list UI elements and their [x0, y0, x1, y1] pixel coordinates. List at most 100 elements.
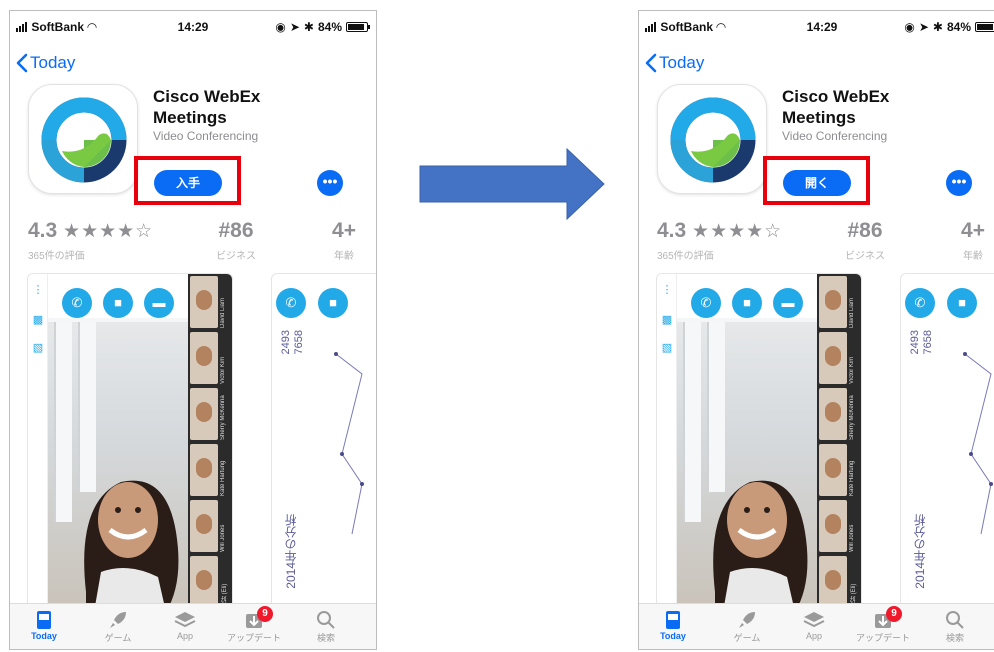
rating-stars: ★★★★☆ [63, 221, 154, 242]
webex-logo-icon [41, 97, 127, 183]
battery-icon [346, 22, 370, 32]
tab-search[interactable]: 検索 [925, 604, 985, 649]
speaker-photo [84, 480, 179, 612]
back-button[interactable]: Today [16, 53, 75, 73]
phone-icon: ✆ [905, 288, 935, 318]
back-button[interactable]: Today [645, 53, 704, 73]
tab-search[interactable]: 検索 [296, 604, 356, 649]
location-icon: ➤ [289, 20, 300, 34]
app-name: Cisco WebEx Meetings [782, 87, 890, 127]
today-icon [666, 610, 680, 629]
today-icon [37, 610, 51, 629]
participant-thumb [190, 444, 218, 496]
stats-numbers: 2493 7658 [280, 330, 305, 355]
chart-rank-label: ビジネス [845, 251, 885, 262]
app-category: Video Conferencing [153, 129, 259, 143]
webex-logo-icon [670, 97, 756, 183]
rating: 4.3 ★★★★☆ [28, 219, 154, 242]
mic-icon: ■ [103, 288, 133, 318]
phone-icon: ✆ [276, 288, 306, 318]
update-badge: 9 [257, 606, 273, 622]
status-right: ◉ ➤ ✱ 84% [275, 20, 370, 34]
tab-games[interactable]: ゲーム [88, 604, 148, 649]
analysis-title: 2014年の分析 [284, 514, 298, 589]
more-options-button[interactable]: ••• [946, 170, 972, 196]
tab-updates[interactable]: 9 アップデート [853, 604, 913, 649]
side-rail: ⋮ ▩ ▧ [28, 274, 48, 612]
phone-icon: ✆ [62, 288, 92, 318]
bluetooth-icon: ✱ [932, 20, 943, 34]
side-rail: ⋮ ▩ ▧ [657, 274, 677, 612]
video-icon: ▬ [773, 288, 803, 318]
app-name: Cisco WebEx Meetings [153, 87, 261, 127]
more-options-button[interactable]: ••• [317, 170, 343, 196]
participant-thumb [190, 388, 218, 440]
search-icon [946, 610, 964, 629]
chat-icon: ▧ [661, 342, 673, 354]
participant-thumb [819, 444, 847, 496]
video-icon: ▬ [144, 288, 174, 318]
chart-rank: #86 [218, 219, 254, 242]
battery-icon [975, 22, 994, 32]
battery-percent: 84% [946, 20, 971, 34]
layers-icon [174, 611, 196, 627]
rocket-icon [110, 611, 126, 628]
transition-arrow-icon [419, 148, 605, 220]
tab-apps[interactable]: App [784, 604, 844, 649]
participant-thumb [819, 276, 847, 328]
participant-strip: David Liam Victor Kim Sherry McKenna Kat… [188, 274, 232, 612]
app-icon [28, 84, 138, 194]
mini-line-chart [963, 352, 993, 535]
participants-icon: ▩ [661, 314, 673, 326]
app-screenshot-1[interactable]: ⋮ ▩ ▧ ✆ ■ ▬ David Liam Victor Kim Sherry… [656, 273, 862, 613]
tab-bar: Today ゲーム App 9 アップデート 検索 [639, 603, 994, 649]
app-screenshot-2[interactable]: ✆ ■ 2493 7658 2014年の分析 [271, 273, 376, 613]
tab-today[interactable]: Today [643, 604, 703, 649]
orientation-lock-icon: ◉ [275, 20, 286, 34]
tab-today[interactable]: Today [14, 604, 74, 649]
rating-stars: ★★★★☆ [692, 221, 783, 242]
rocket-icon [739, 611, 755, 628]
mic-icon: ■ [947, 288, 977, 318]
participant-thumb [819, 388, 847, 440]
chevron-left-icon [645, 53, 657, 73]
age-rating-label: 年齢 [963, 251, 983, 262]
location-icon: ➤ [918, 20, 929, 34]
video-feed [677, 322, 821, 612]
participant-thumb [190, 332, 218, 384]
speaker-photo [713, 480, 808, 612]
age-rating: 4+ [961, 219, 985, 242]
highlight-box [763, 156, 870, 205]
tab-bar: Today ゲーム App 9 アップデート 検索 [10, 603, 376, 649]
highlight-box [134, 156, 241, 205]
rating: 4.3 ★★★★☆ [657, 219, 783, 242]
phone-icon: ✆ [691, 288, 721, 318]
chart-rank-label: ビジネス [216, 251, 256, 262]
stats-numbers: 2493 7658 [909, 330, 934, 355]
chart-rank: #86 [847, 219, 883, 242]
video-feed [48, 322, 192, 612]
more-vertical-icon: ⋮ [661, 284, 673, 296]
app-screenshot-1[interactable]: ⋮ ▩ ▧ ✆ ■ ▬ David Liam Victor Kim Sherry… [27, 273, 233, 613]
analysis-title: 2014年の分析 [913, 514, 927, 589]
rating-count: 365件の評価 [28, 251, 85, 262]
status-bar: SoftBank ◠ 14:29 ◉ ➤ ✱ 84% [639, 11, 994, 41]
more-vertical-icon: ⋮ [32, 284, 44, 296]
chevron-left-icon [16, 53, 28, 73]
orientation-lock-icon: ◉ [904, 20, 915, 34]
phone-screenshot-before: SoftBank ◠ 14:29 ◉ ➤ ✱ 84% Today Cisco W… [9, 10, 377, 650]
tab-apps[interactable]: App [155, 604, 215, 649]
tab-updates[interactable]: 9 アップデート [224, 604, 284, 649]
participant-thumb [819, 500, 847, 552]
participant-thumb [190, 556, 218, 608]
mini-line-chart [334, 352, 364, 535]
chat-icon: ▧ [32, 342, 44, 354]
phone-screenshot-after: SoftBank ◠ 14:29 ◉ ➤ ✱ 84% Today Cisco W… [638, 10, 994, 650]
rating-count: 365件の評価 [657, 251, 714, 262]
age-rating: 4+ [332, 219, 356, 242]
app-screenshot-2[interactable]: ✆ ■ 2493 7658 2014年の分析 [900, 273, 994, 613]
tab-games[interactable]: ゲーム [717, 604, 777, 649]
layers-icon [803, 611, 825, 627]
app-category: Video Conferencing [782, 129, 888, 143]
update-badge: 9 [886, 606, 902, 622]
